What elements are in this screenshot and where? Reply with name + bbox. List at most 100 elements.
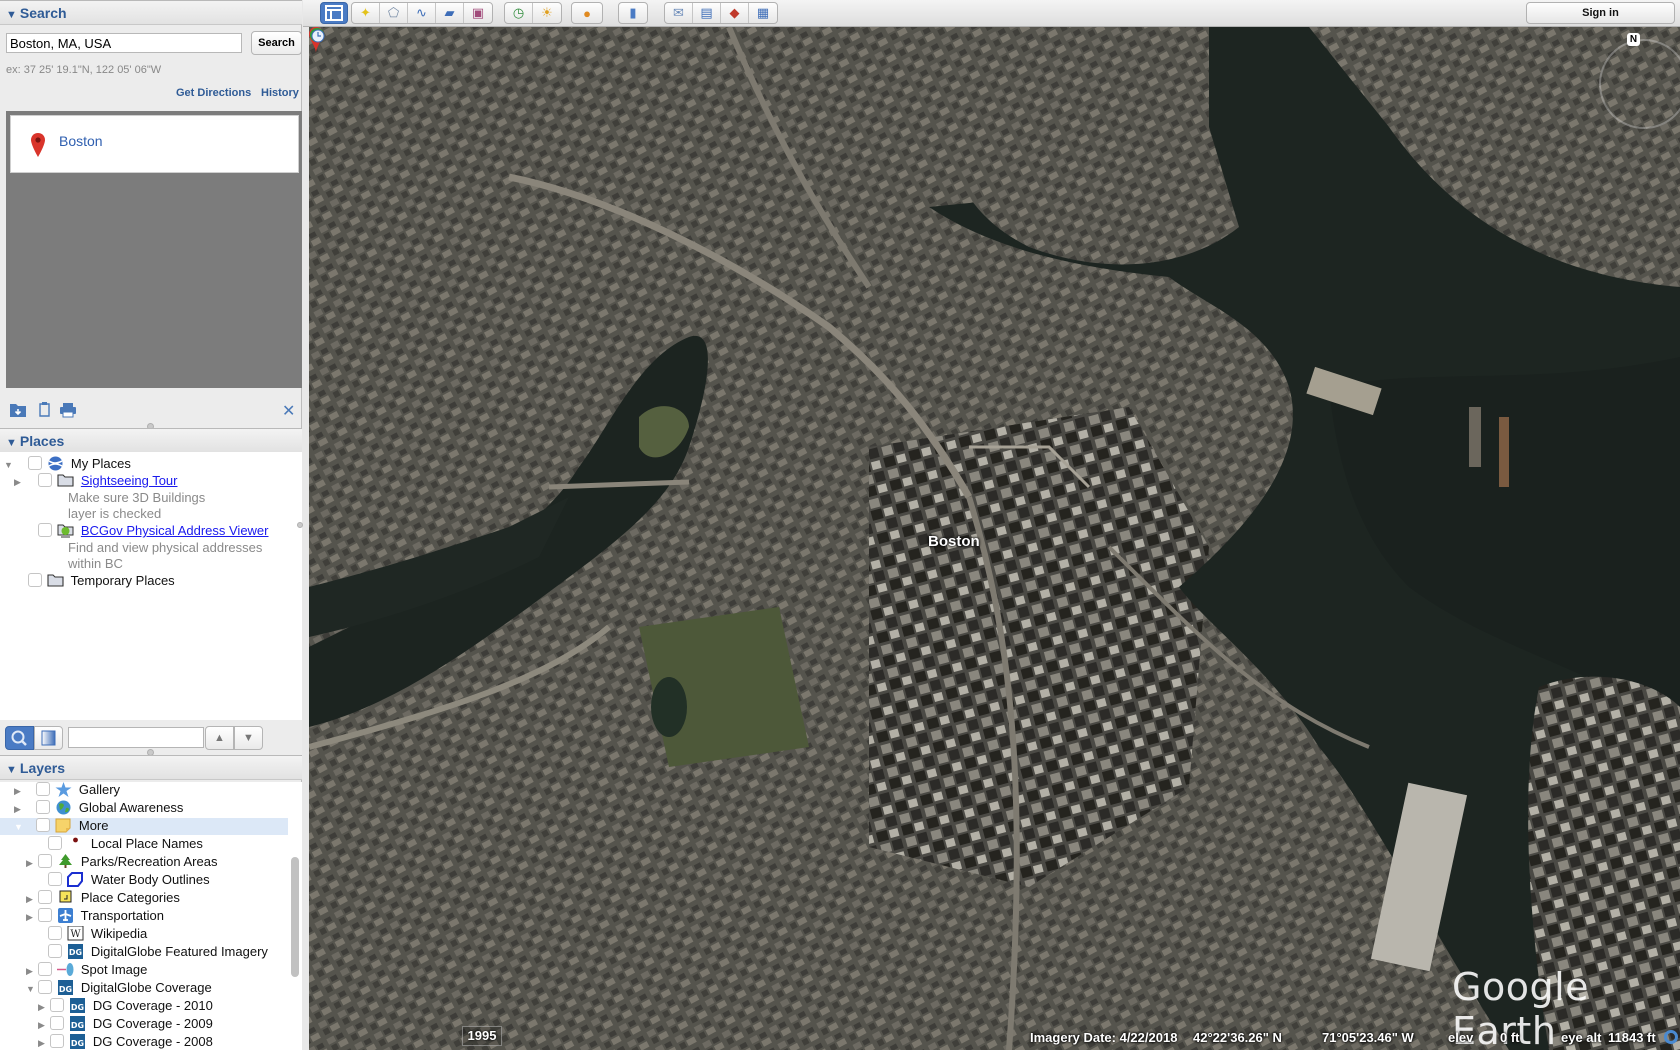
- search-result-label[interactable]: Boston: [59, 133, 103, 149]
- places-tree: ▼ My Places ▶ Sightseeing Tour Make sure…: [0, 452, 302, 720]
- checkbox[interactable]: [47, 926, 62, 940]
- checkbox[interactable]: [37, 980, 52, 994]
- checkbox[interactable]: [27, 573, 42, 587]
- search-mode-button[interactable]: [5, 726, 34, 750]
- expand-arrow-icon[interactable]: ▶: [38, 1002, 48, 1013]
- panel-icon: [41, 730, 56, 746]
- layer-item-parks[interactable]: ▶ Parks/Recreation Areas: [0, 854, 288, 871]
- places-item-temporary-places[interactable]: Temporary Places: [4, 573, 175, 590]
- next-result-button[interactable]: ▼: [234, 726, 263, 750]
- layers-section-header[interactable]: ▼ Layers: [0, 755, 302, 780]
- copy-icon[interactable]: [36, 401, 54, 417]
- search-result-item[interactable]: Boston: [10, 115, 299, 173]
- layer-item-spot-image[interactable]: ▶ Spot Image: [0, 962, 288, 979]
- expand-arrow-icon[interactable]: ▶: [14, 786, 24, 797]
- search-button[interactable]: Search: [251, 31, 302, 55]
- expand-arrow-icon[interactable]: ▶: [38, 1020, 48, 1031]
- expand-arrow-icon[interactable]: ▶: [26, 966, 36, 977]
- checkbox[interactable]: [37, 523, 52, 537]
- expand-arrow-icon[interactable]: ▶: [38, 1038, 48, 1049]
- expand-arrow-icon[interactable]: ▶: [26, 894, 36, 905]
- close-search-results-button[interactable]: ✕: [282, 401, 295, 421]
- toggle-sidebar-button[interactable]: [320, 2, 348, 24]
- expand-arrow-icon[interactable]: ▶: [14, 477, 24, 488]
- layer-item-digitalglobe-featured[interactable]: DG DigitalGlobe Featured Imagery: [0, 944, 288, 961]
- layer-item-dg-2008[interactable]: ▶ DG DG Coverage - 2008: [0, 1034, 288, 1050]
- layer-item-more[interactable]: ▼ More: [0, 818, 288, 835]
- checkbox[interactable]: [37, 854, 52, 868]
- expand-arrow-icon[interactable]: ▼: [26, 984, 36, 994]
- add-placemark-button[interactable]: ✦: [352, 3, 380, 23]
- layer-item-dg-2009[interactable]: ▶ DG DG Coverage - 2009: [0, 1016, 288, 1033]
- panel-mode-button[interactable]: [34, 726, 63, 750]
- add-path-button[interactable]: ∿: [408, 3, 436, 23]
- places-item-my-places[interactable]: ▼ My Places: [4, 456, 131, 473]
- add-polygon-button[interactable]: ⬠: [380, 3, 408, 23]
- get-directions-link[interactable]: Get Directions: [176, 87, 251, 99]
- checkbox[interactable]: [37, 473, 52, 487]
- record-tour-button[interactable]: ▣: [464, 3, 492, 23]
- print-button[interactable]: ▤: [693, 3, 721, 23]
- previous-result-button[interactable]: ▲: [205, 726, 234, 750]
- layer-item-transportation[interactable]: ▶ Transportation: [0, 908, 288, 925]
- checkbox[interactable]: [35, 800, 50, 814]
- latitude-readout: 42°22'36.26" N: [1193, 1030, 1282, 1045]
- email-button[interactable]: ✉: [665, 3, 693, 23]
- expand-arrow-icon[interactable]: ▶: [26, 912, 36, 923]
- folder-icon: [47, 574, 64, 587]
- checkbox[interactable]: [49, 998, 64, 1012]
- save-image-button[interactable]: ▦: [749, 3, 777, 23]
- checkbox[interactable]: [35, 782, 50, 796]
- checkbox[interactable]: [47, 836, 62, 850]
- add-image-overlay-button[interactable]: ▰: [436, 3, 464, 23]
- print-icon[interactable]: [59, 402, 77, 418]
- historical-imagery-button[interactable]: ◷: [505, 3, 533, 23]
- checkbox[interactable]: [49, 1016, 64, 1030]
- search-input[interactable]: [6, 33, 242, 53]
- layer-item-water-body-outlines[interactable]: Water Body Outlines: [0, 872, 288, 889]
- checkbox[interactable]: [47, 872, 62, 886]
- places-search-input[interactable]: [68, 727, 204, 748]
- checkbox[interactable]: [35, 818, 50, 832]
- places-item-sightseeing-tour[interactable]: ▶ Sightseeing Tour: [14, 473, 177, 490]
- layer-item-dg-2010[interactable]: ▶ DG DG Coverage - 2010: [0, 998, 288, 1015]
- layer-item-local-place-names[interactable]: Local Place Names: [0, 836, 288, 853]
- layer-item-digitalglobe-coverage[interactable]: ▼ DG DigitalGlobe Coverage: [0, 980, 288, 997]
- planets-button[interactable]: ●: [572, 3, 602, 23]
- google-earth-globe-icon: [48, 456, 63, 471]
- layers-scrollbar[interactable]: [291, 857, 299, 977]
- sign-in-button[interactable]: Sign in: [1526, 2, 1675, 24]
- expand-arrow-icon[interactable]: ▶: [14, 804, 24, 815]
- layer-item-wikipedia[interactable]: W Wikipedia: [0, 926, 288, 943]
- checkbox[interactable]: [37, 908, 52, 922]
- layer-item-global-awareness[interactable]: ▶ Global Awareness: [0, 800, 288, 817]
- expand-arrow-icon[interactable]: ▼: [14, 822, 24, 832]
- places-section-header[interactable]: ▼ Places: [0, 428, 302, 453]
- ruler-button[interactable]: ▮: [619, 3, 647, 23]
- expand-arrow-icon[interactable]: ▶: [26, 858, 36, 869]
- eye-altitude-label: eye alt: [1561, 1030, 1602, 1045]
- places-item-link[interactable]: BCGov Physical Address Viewer: [81, 523, 269, 538]
- checkbox[interactable]: [37, 962, 52, 976]
- checkbox[interactable]: [47, 944, 62, 958]
- checkbox[interactable]: [27, 456, 42, 470]
- view-in-maps-button[interactable]: ◆: [721, 3, 749, 23]
- compass-north-indicator[interactable]: N: [1627, 33, 1640, 46]
- places-item-bcgov-viewer[interactable]: BCGov Physical Address Viewer: [14, 523, 269, 540]
- navigation-compass[interactable]: [1599, 39, 1680, 129]
- search-section-header[interactable]: ▼ Search: [0, 0, 302, 25]
- layer-item-place-categories[interactable]: ▶ Place Categories: [0, 890, 288, 907]
- places-scrollbar-dot[interactable]: [297, 522, 303, 528]
- map-view[interactable]: N Boston Google Earth 1995 Imagery Date:…: [309, 27, 1680, 1050]
- checkbox[interactable]: [37, 890, 52, 904]
- historical-imagery-year[interactable]: 1995: [462, 1026, 502, 1046]
- add-to-my-places-icon[interactable]: [9, 402, 27, 418]
- history-link[interactable]: History: [261, 87, 299, 99]
- checkbox[interactable]: [49, 1034, 64, 1048]
- layer-item-gallery[interactable]: ▶ Gallery: [0, 782, 288, 799]
- sunlight-button[interactable]: ☀: [533, 3, 561, 23]
- places-item-description: within BC: [68, 556, 123, 571]
- places-item-link[interactable]: Sightseeing Tour: [81, 473, 178, 488]
- expand-arrow-icon[interactable]: ▼: [4, 460, 14, 470]
- historical-clock-icon[interactable]: [309, 27, 325, 43]
